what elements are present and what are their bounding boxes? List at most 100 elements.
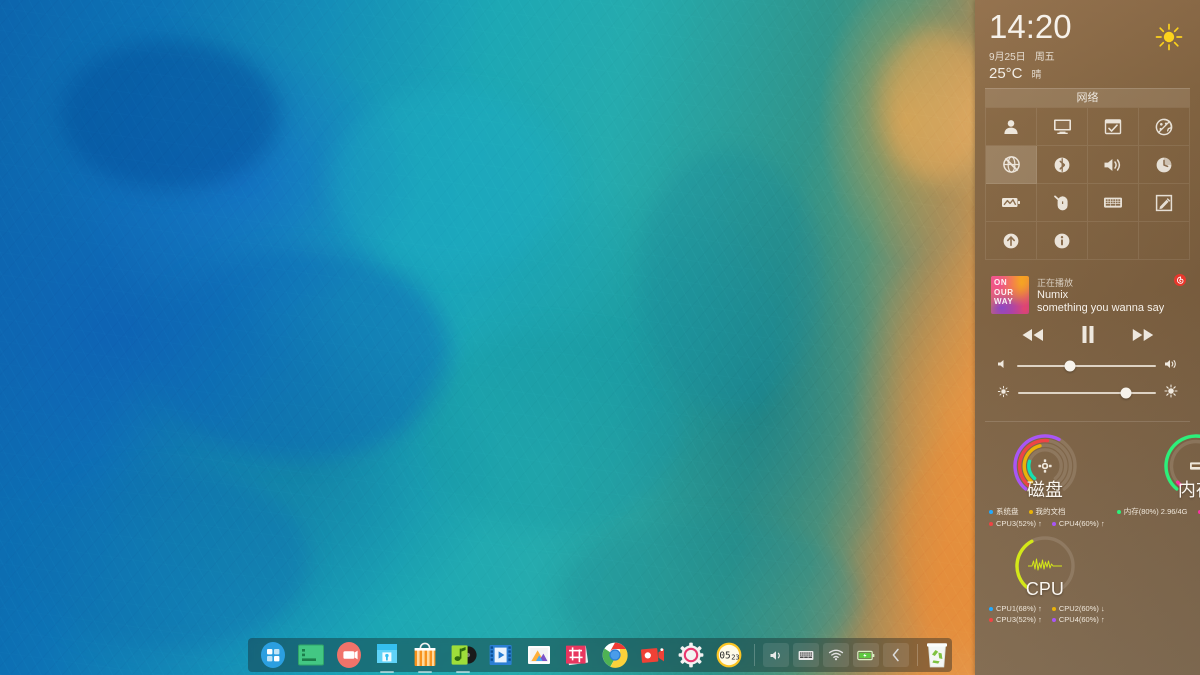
album-art: ON OUR WAY (991, 276, 1029, 314)
sun-icon (1154, 22, 1184, 52)
legend-label: CPU1(68%) ↑ (996, 604, 1042, 613)
trash-icon[interactable] (924, 641, 950, 669)
file-manager-icon[interactable] (373, 641, 401, 669)
legend-label: CPU2(60%) ↓ (1059, 604, 1105, 613)
dock-app-list: 0523 (254, 641, 748, 669)
album-art-text: ON OUR WAY (994, 278, 1029, 307)
legend-item: CPU4(60%) ↑ (1052, 615, 1105, 624)
appearance-icon[interactable] (1139, 108, 1190, 146)
dock-separator-trash (917, 644, 918, 666)
volume-high-icon (1164, 358, 1178, 373)
keyboard-icon[interactable] (1088, 184, 1139, 222)
control-center-sidebar: 14:20 9月25日 周五 25°C 晴 (975, 0, 1200, 675)
legend-row: 系统盘我的文档 (989, 506, 1105, 517)
tray-keyboard-icon[interactable] (793, 643, 819, 667)
clock-timer-icon[interactable]: 0523 (715, 641, 743, 669)
legend-color-dot (1052, 607, 1056, 611)
screen-recorder-icon[interactable] (639, 641, 667, 669)
tray-expand-icon[interactable] (883, 643, 909, 667)
volume-slider-knob[interactable] (1064, 360, 1075, 371)
legend-item: 我的文档 (1029, 506, 1066, 517)
bluetooth-icon[interactable] (1037, 146, 1088, 184)
legend-label: 系统盘 (996, 506, 1019, 517)
launcher-icon[interactable] (259, 641, 287, 669)
legend-row: 内存(80%) 2.96/4G交换空间(1%) 0.02/2G (1117, 506, 1200, 517)
chrome-icon[interactable] (601, 641, 629, 669)
update-icon[interactable] (986, 222, 1037, 260)
info-icon[interactable] (1037, 222, 1088, 260)
panel-header-network: 网络 (985, 88, 1190, 107)
legend-item: 内存(80%) 2.96/4G (1117, 506, 1188, 517)
cpu-monitor: CPU CPU1(68%) ↑CPU2(60%) ↓CPU3(52%) ↑CPU… (981, 530, 1109, 626)
running-indicator (380, 671, 394, 673)
grid-cell-empty (1088, 222, 1139, 260)
datetime-icon[interactable] (1139, 146, 1190, 184)
brightness-slider-knob[interactable] (1120, 387, 1131, 398)
brightness-high-icon (1164, 384, 1178, 401)
network-icon[interactable] (986, 146, 1037, 184)
media-play-pause-button[interactable] (1080, 325, 1096, 347)
volume-slider[interactable] (1017, 365, 1156, 367)
netease-music-icon[interactable] (1174, 274, 1186, 286)
brightness-slider[interactable] (1018, 392, 1156, 394)
terminal-icon[interactable] (297, 641, 325, 669)
monitor-placeholder (1109, 530, 1194, 626)
legend-item: CPU3(52%) ↑ (989, 519, 1042, 528)
legend-label: CPU4(60%) ↑ (1059, 615, 1105, 624)
legend-color-dot (989, 607, 993, 611)
memory-monitor: 内存 内存(80%) 2.96/4G交换空间(1%) 0.02/2G (1109, 428, 1200, 530)
system-monitors: 磁盘 系统盘我的文档 CPU3(52%) ↑ CPU4(60%) ↑ 内存 内存(8… (975, 422, 1200, 626)
disk-gauge: 磁盘 (981, 428, 1109, 504)
legend-item: CPU3(52%) ↑ (989, 615, 1042, 624)
legend-color-dot (989, 522, 993, 526)
tray-wifi-icon[interactable] (823, 643, 849, 667)
tray-volume-icon[interactable] (763, 643, 789, 667)
legend-label: 内存(80%) 2.96/4G (1124, 506, 1188, 517)
legend-label: CPU4(60%) ↑ (1059, 519, 1105, 528)
legend-item: 系统盘 (989, 506, 1019, 517)
legend-item: CPU2(60%) ↓ (1052, 604, 1105, 613)
legend-row: CPU3(52%) ↑ CPU4(60%) ↑ (989, 519, 1105, 528)
running-indicator (456, 671, 470, 673)
weather-condition: 晴 (1032, 66, 1042, 81)
media-next-button[interactable] (1131, 328, 1155, 345)
weather-temperature: 25°C (989, 65, 1023, 82)
media-track: something you wanna say (1037, 302, 1164, 315)
tray-battery-icon[interactable] (853, 643, 879, 667)
mouse-icon[interactable] (1037, 184, 1088, 222)
settings-icon[interactable] (677, 641, 705, 669)
app-store-icon[interactable] (411, 641, 439, 669)
clock-weekday: 周五 (1035, 48, 1055, 63)
screenshot-icon[interactable] (563, 641, 591, 669)
svg-text:23: 23 (731, 653, 739, 661)
movie-icon[interactable] (487, 641, 515, 669)
taskbar-dock: 0523 (248, 638, 952, 672)
image-viewer-icon[interactable] (525, 641, 553, 669)
legend-row: CPU3(52%) ↑ CPU4(60%) ↑ (989, 615, 1105, 624)
video-player-icon[interactable] (335, 641, 363, 669)
media-artist: Numix (1037, 289, 1164, 302)
legend-color-dot (1052, 618, 1056, 622)
dock-separator (754, 644, 755, 666)
memory-legend: 内存(80%) 2.96/4G交换空间(1%) 0.02/2G (1109, 504, 1200, 517)
settings-icon-grid (985, 107, 1190, 260)
legend-color-dot (989, 618, 993, 622)
tablet-icon[interactable] (1139, 184, 1190, 222)
display-icon[interactable] (1037, 108, 1088, 146)
sound-icon[interactable] (1088, 146, 1139, 184)
power-icon[interactable] (986, 184, 1037, 222)
legend-color-dot (1052, 522, 1056, 526)
media-previous-button[interactable] (1021, 328, 1045, 345)
clock-date: 9月25日 (989, 48, 1026, 63)
clock-widget: 14:20 9月25日 周五 25°C 晴 (975, 0, 1200, 88)
brightness-low-icon (997, 385, 1010, 401)
disk-legend: 系统盘我的文档 CPU3(52%) ↑ CPU4(60%) ↑ (981, 504, 1109, 528)
user-account-icon[interactable] (986, 108, 1037, 146)
music-player-icon[interactable] (449, 641, 477, 669)
memory-gauge: 内存 (1109, 428, 1200, 504)
system-tray (761, 643, 911, 667)
running-indicator (418, 671, 432, 673)
calendar-icon[interactable] (1088, 108, 1139, 146)
cpu-legend: CPU1(68%) ↑ CPU2(60%) ↓ CPU3(52%) ↑ CPU4(60… (981, 602, 1109, 624)
media-status: 正在播放 (1037, 277, 1164, 289)
